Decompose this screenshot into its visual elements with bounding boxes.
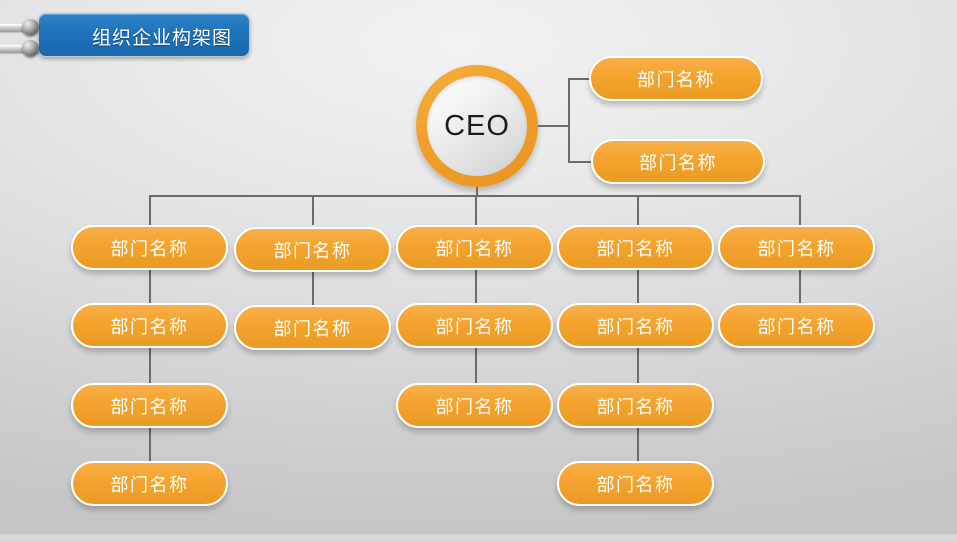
connector-col2-r1-r2 bbox=[312, 268, 314, 305]
dept-node-c1-r2[interactable]: 部门名称 bbox=[71, 303, 228, 348]
connector-col4-r2-r3 bbox=[637, 347, 639, 384]
dept-node-c4-r4[interactable]: 部门名称 bbox=[557, 461, 714, 506]
connector-col1-r2-r3 bbox=[149, 347, 151, 384]
dept-node-c3-r3[interactable]: 部门名称 bbox=[396, 383, 553, 428]
dept-node-c5-r2[interactable]: 部门名称 bbox=[718, 303, 875, 348]
slide-canvas: 组织企业构架图 CEO 部门名称 部门名称 部门名称 部门名称 部门名称 部门名… bbox=[0, 0, 957, 542]
connector-col3-r2-r3 bbox=[475, 347, 477, 384]
rivet-icon-bottom bbox=[22, 40, 39, 57]
connector-col1-r1-r2 bbox=[149, 268, 151, 305]
ceo-label: CEO bbox=[444, 109, 510, 142]
dept-node-right-1[interactable]: 部门名称 bbox=[589, 56, 763, 101]
dept-node-c2-r1[interactable]: 部门名称 bbox=[234, 227, 391, 272]
title-banner: 组织企业构架图 bbox=[38, 13, 250, 57]
dept-node-c1-r3[interactable]: 部门名称 bbox=[71, 383, 228, 428]
bottom-band bbox=[0, 534, 957, 542]
connector-col5-drop bbox=[799, 195, 801, 225]
dept-node-right-2[interactable]: 部门名称 bbox=[591, 139, 765, 184]
ceo-node[interactable]: CEO bbox=[416, 65, 538, 187]
connector-right-branch-up bbox=[568, 79, 570, 127]
connector-col5-r1-r2 bbox=[799, 268, 801, 305]
dept-node-c4-r1[interactable]: 部门名称 bbox=[557, 225, 714, 270]
connector-col4-r1-r2 bbox=[637, 268, 639, 305]
connector-col2-drop bbox=[312, 195, 314, 225]
connector-right-node-2 bbox=[568, 161, 592, 163]
rivet-icon-top bbox=[22, 19, 39, 36]
dept-node-c3-r2[interactable]: 部门名称 bbox=[396, 303, 553, 348]
connector-col4-r3-r4 bbox=[637, 426, 639, 463]
connector-right-node-1 bbox=[568, 78, 590, 80]
connector-root-right-stem bbox=[538, 125, 570, 127]
connector-col3-drop bbox=[475, 195, 477, 225]
dept-node-c5-r1[interactable]: 部门名称 bbox=[718, 225, 875, 270]
dept-node-c4-r3[interactable]: 部门名称 bbox=[557, 383, 714, 428]
dept-node-c4-r2[interactable]: 部门名称 bbox=[557, 303, 714, 348]
dept-node-c1-r4[interactable]: 部门名称 bbox=[71, 461, 228, 506]
connector-right-branch-down bbox=[568, 125, 570, 162]
ceo-node-inner: CEO bbox=[427, 76, 527, 176]
page-title: 组织企业构架图 bbox=[91, 27, 232, 49]
connector-col1-r3-r4 bbox=[149, 426, 151, 463]
connector-col1-drop bbox=[149, 195, 151, 225]
connector-col4-drop bbox=[637, 195, 639, 225]
dept-node-c3-r1[interactable]: 部门名称 bbox=[396, 225, 553, 270]
dept-node-c1-r1[interactable]: 部门名称 bbox=[71, 225, 228, 270]
dept-node-c2-r2[interactable]: 部门名称 bbox=[234, 305, 391, 350]
connector-col3-r1-r2 bbox=[475, 268, 477, 305]
